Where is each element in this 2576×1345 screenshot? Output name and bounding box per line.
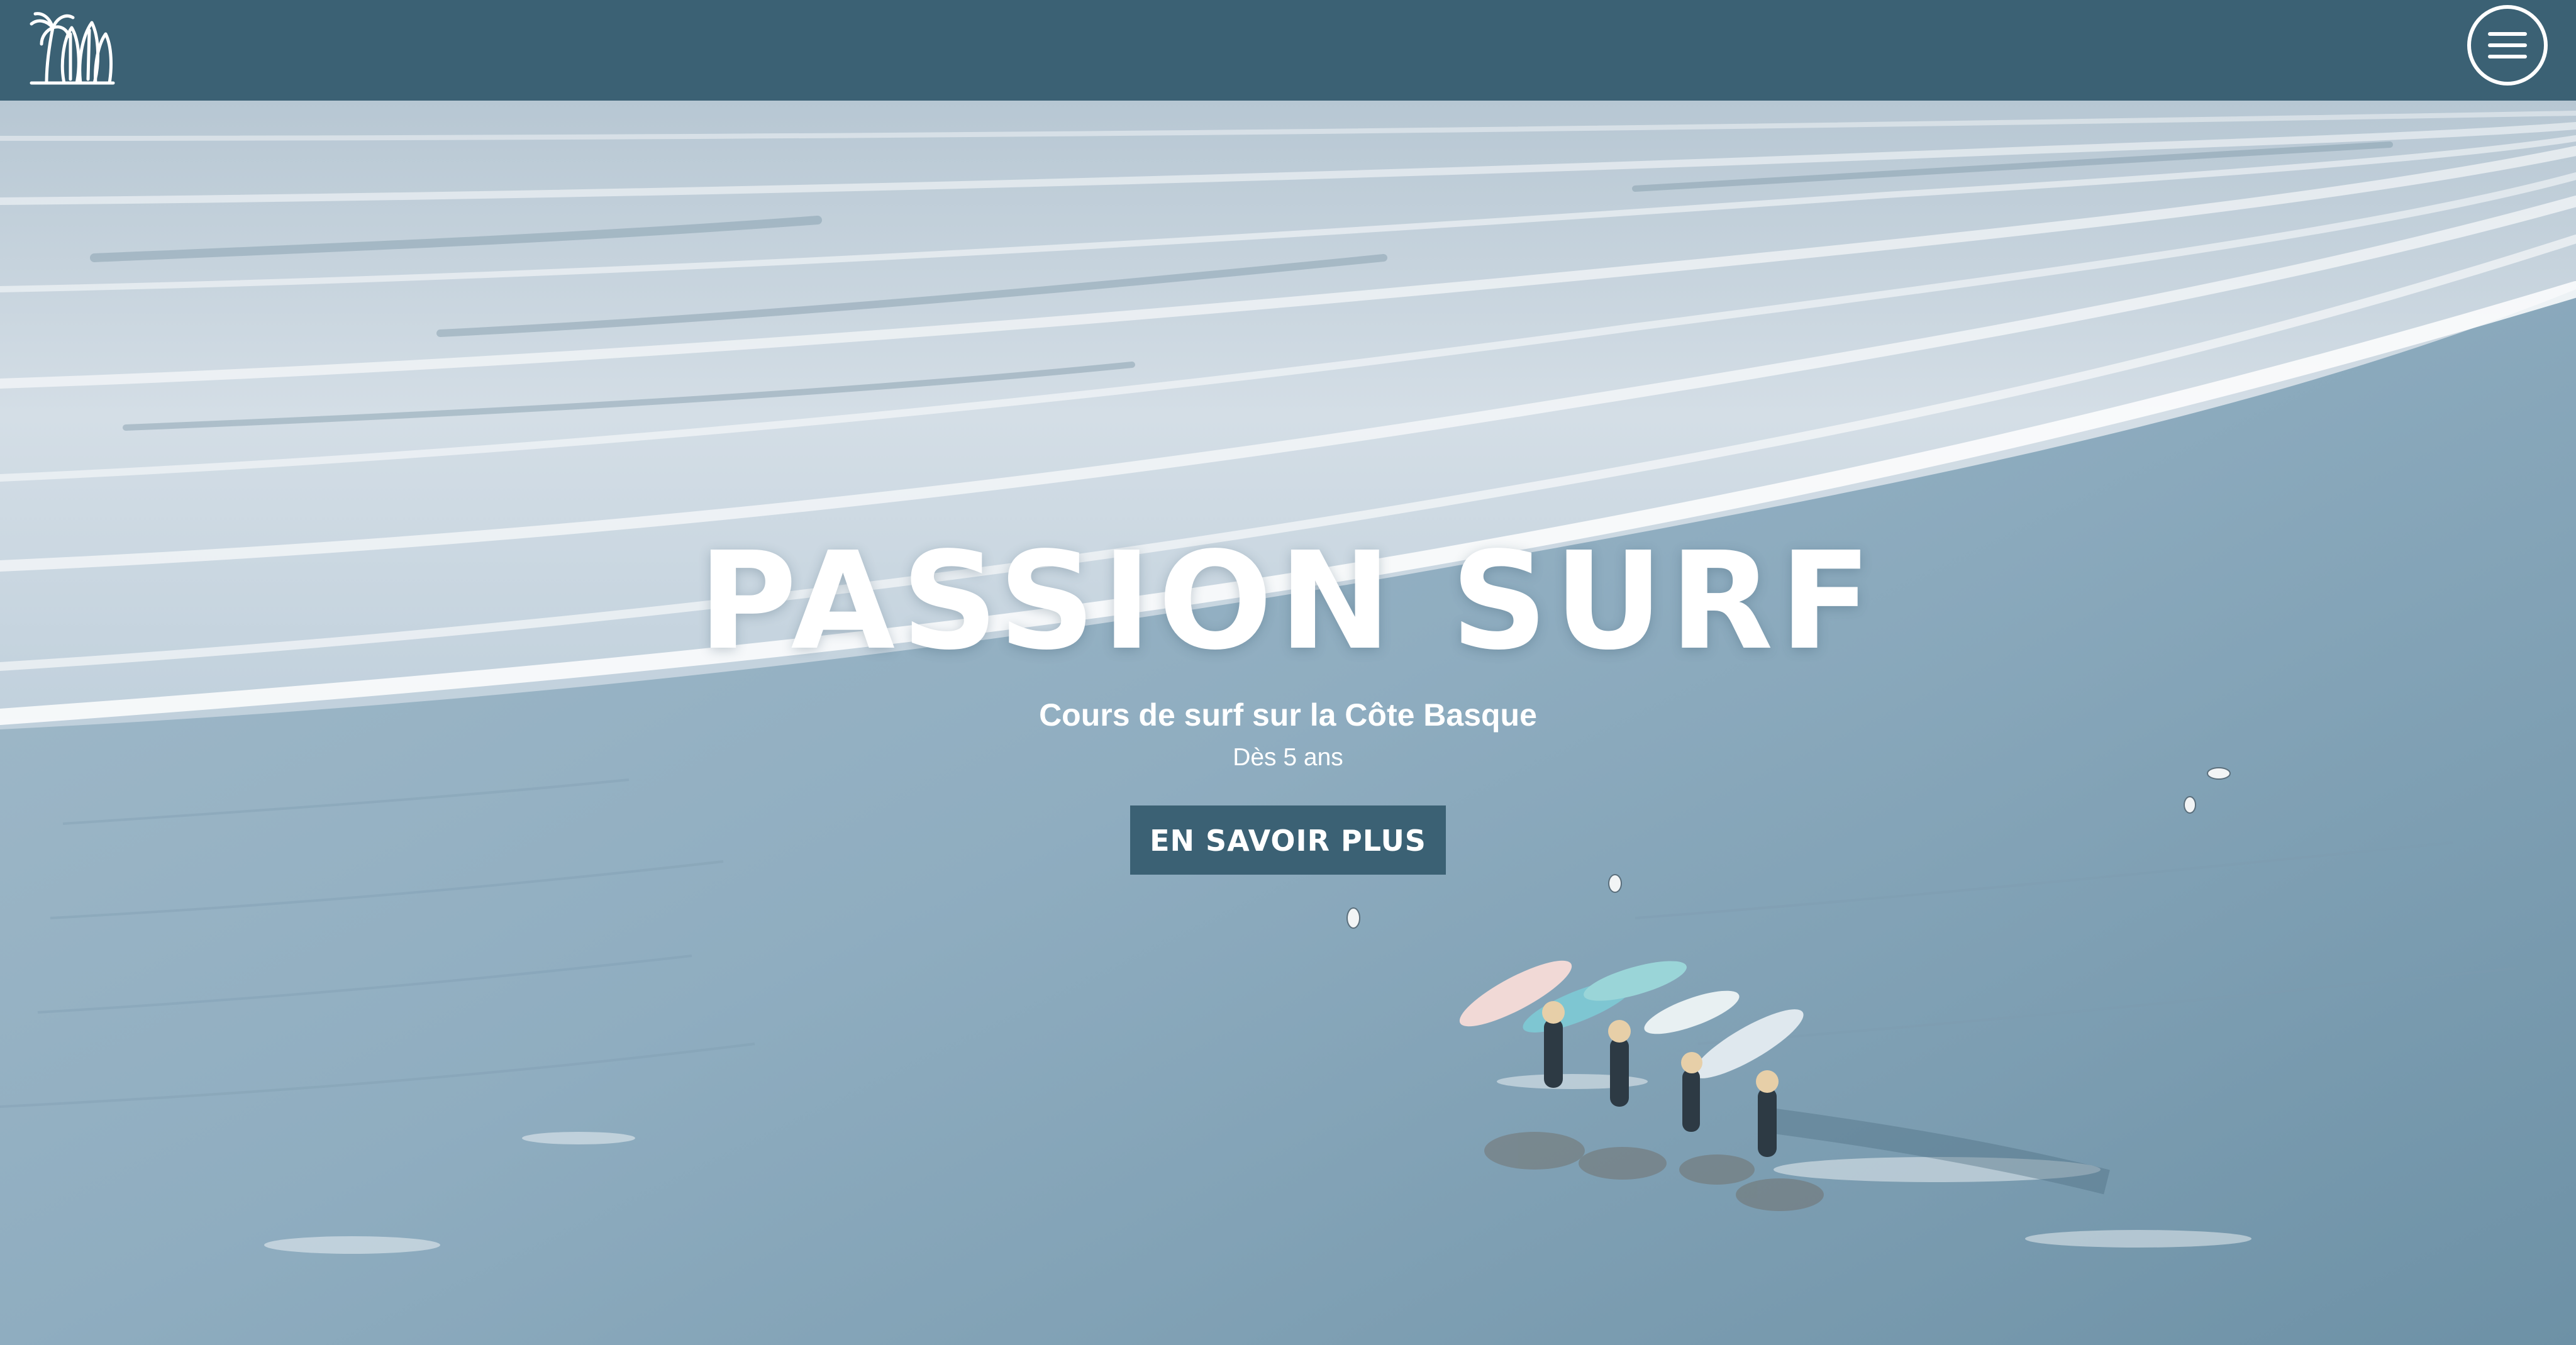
hero-title: PASSION SURF bbox=[698, 523, 1878, 680]
hero-section: PASSION SURF Cours de surf sur la Côte B… bbox=[0, 101, 2576, 1345]
learn-more-button[interactable]: EN SAVOIR PLUS bbox=[1130, 805, 1446, 875]
page: PASSION SURF Cours de surf sur la Côte B… bbox=[0, 0, 2576, 1345]
palm-trees-surfboards-icon bbox=[30, 12, 115, 85]
hamburger-menu-icon bbox=[2488, 32, 2527, 58]
top-navigation-bar bbox=[0, 0, 2576, 101]
hero-age-tagline: Dès 5 ans bbox=[1233, 744, 1343, 771]
site-logo[interactable] bbox=[28, 9, 116, 87]
hero-subtitle: Cours de surf sur la Côte Basque bbox=[1039, 697, 1537, 733]
menu-button[interactable] bbox=[2467, 5, 2548, 86]
